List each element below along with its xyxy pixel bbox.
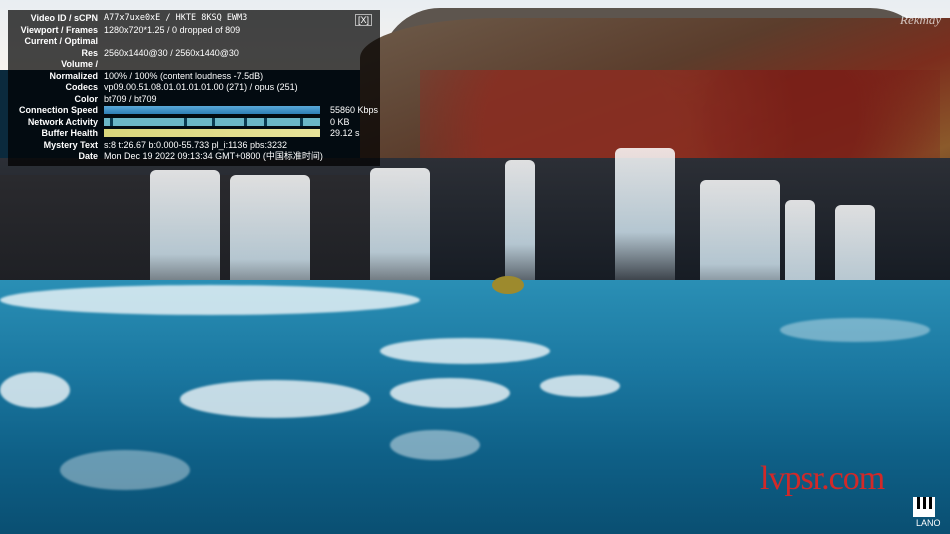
network-tick <box>212 117 215 126</box>
waterfall <box>615 148 675 288</box>
stats-label: Viewport / Frames <box>20 24 98 35</box>
stats-label: Buffer Health <box>41 128 98 138</box>
foam <box>380 338 550 364</box>
stats-row-date: Date Mon Dec 19 2022 09:13:34 GMT+0800 (… <box>8 151 380 162</box>
foam <box>390 378 510 408</box>
foam <box>60 450 190 490</box>
connection-speed-bar <box>104 106 320 114</box>
stats-value: vp09.00.51.08.01.01.01.01.00 (271) / opu… <box>104 82 298 92</box>
site-watermark: lvpsr.com <box>760 460 885 497</box>
stats-label: Connection Speed <box>18 105 98 115</box>
stats-label: Current / Optimal <box>24 36 98 46</box>
foam <box>180 380 370 418</box>
network-tick <box>184 117 187 126</box>
stats-row-color: Color bt709 / bt709 <box>8 94 380 105</box>
foam <box>0 285 420 315</box>
stats-row-codecs: Codecs vp09.00.51.08.01.01.01.01.00 (271… <box>8 82 380 93</box>
stats-value: bt709 / bt709 <box>104 93 157 104</box>
stats-label: Color <box>74 93 99 104</box>
stats-row-mystery-text: Mystery Text s:8 t:26.67 b:0.000-55.733 … <box>8 140 380 151</box>
mossy-rock <box>492 276 524 294</box>
stats-row-buffer-health: Buffer Health 29.12 s <box>8 128 380 139</box>
stats-label: Volume / <box>61 59 98 69</box>
stats-value: 2560x1440@30 / 2560x1440@30 <box>104 47 239 58</box>
stats-row-current-optimal: Current / Optimal <box>8 36 380 47</box>
stats-value: 0 KB <box>330 116 350 127</box>
stats-value: 55860 Kbps <box>330 105 379 115</box>
stats-for-nerds-panel: [X] Video ID / sCPN A77x7uxe0xE / HKTE 8… <box>8 10 380 166</box>
network-activity-bar <box>104 117 320 126</box>
stats-row-connection-speed: Connection Speed 55860 Kbps <box>8 105 380 116</box>
stats-value: Mon Dec 19 2022 09:13:34 GMT+0800 (中国标准时… <box>104 151 323 161</box>
network-tick <box>110 117 113 126</box>
stats-row-network-activity: Network Activity 0 KB <box>8 117 380 128</box>
stats-value: 100% / 100% (content loudness -7.5dB) <box>104 70 264 81</box>
stats-label: Date <box>78 151 98 161</box>
foam <box>780 318 930 342</box>
stats-label: Normalized <box>49 70 98 81</box>
stats-value: s:8 t:26.67 b:0.000-55.733 pl_i:1136 pbs… <box>104 139 287 150</box>
network-tick <box>300 117 303 126</box>
network-tick <box>244 117 247 126</box>
foam <box>390 430 480 460</box>
stats-label: Mystery Text <box>43 139 98 150</box>
stats-row-video-id: Video ID / sCPN A77x7uxe0xE / HKTE 8KSQ … <box>8 13 380 24</box>
stats-row-res: Res 2560x1440@30 / 2560x1440@30 <box>8 48 380 59</box>
stats-value: 1280x720*1.25 / 0 dropped of 809 <box>104 24 241 35</box>
stats-row-volume: Volume / <box>8 59 380 70</box>
logo-text: LANO <box>916 518 941 528</box>
foam <box>0 372 70 408</box>
buffer-health-bar <box>104 129 320 137</box>
stats-row-viewport: Viewport / Frames 1280x720*1.25 / 0 drop… <box>8 25 380 36</box>
network-tick <box>264 117 267 126</box>
stats-value: A77x7uxe0xE / HKTE 8KSQ EWM3 <box>104 13 248 23</box>
stats-label: Network Activity <box>27 116 98 127</box>
foam <box>540 375 620 397</box>
stats-label: Res <box>81 47 98 58</box>
stats-row-normalized: Normalized 100% / 100% (content loudness… <box>8 71 380 82</box>
stats-value: 29.12 s <box>330 128 360 138</box>
corner-signature: Rekmay <box>900 12 942 27</box>
stats-label: Codecs <box>65 82 98 92</box>
stats-label: Video ID / sCPN <box>30 13 98 23</box>
